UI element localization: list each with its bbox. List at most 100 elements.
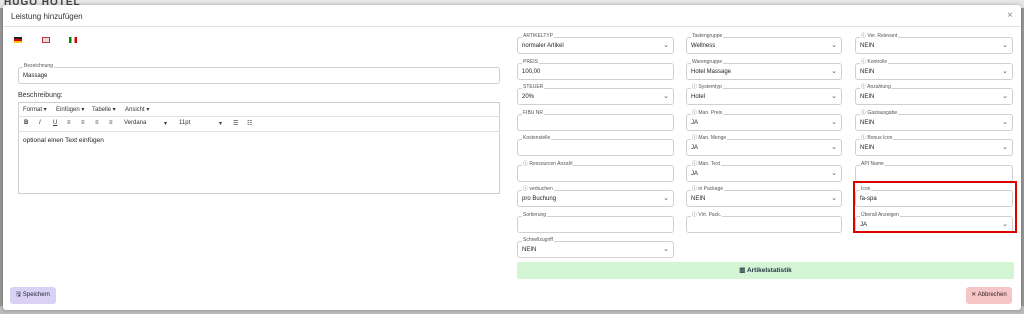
field-value: Hotel (691, 94, 706, 100)
chevron-down-icon[interactable]: ⌄ (831, 194, 837, 202)
field-label: ⓘ Man. Menge (691, 135, 728, 142)
cancel-button[interactable]: ✕ Abbrechen (966, 287, 1012, 304)
font-family-select[interactable]: Verdana (124, 120, 146, 126)
col1-field-4[interactable]: Kostenstelle (517, 135, 674, 156)
editor-content[interactable]: optional einen Text einfügen (23, 137, 104, 144)
field-label: ⓘ Ver. Relevant (860, 33, 899, 40)
bezeichnung-field[interactable]: Bezeichnung Massage (18, 63, 500, 84)
field-label: ⓘ Bonus Icon (860, 135, 894, 142)
save-button[interactable]: 🖫 Speichern (10, 287, 56, 304)
chevron-down-icon[interactable]: ⌄ (831, 92, 837, 100)
field-label: Tastengruppe (691, 33, 724, 40)
col3-field-2[interactable]: ⓘ Anzahlung NEIN ⌄ (855, 84, 1013, 105)
chevron-down-icon[interactable]: ▾ (164, 120, 167, 127)
bezeichnung-label: Bezeichnung (23, 63, 54, 70)
col1-field-3[interactable]: FIBU NR (517, 109, 674, 131)
field-label: PREIS (522, 58, 540, 66)
italic-button[interactable]: I (39, 120, 41, 126)
field-value: NEIN (522, 247, 537, 253)
col3-field-3[interactable]: ⓘ Gastausgabe NEIN ⌄ (855, 109, 1013, 131)
field-label: ⓘ Man. Preis (691, 109, 724, 117)
align-justify-icon[interactable]: ≡ (109, 120, 113, 126)
menu-ansicht[interactable]: Ansicht ▾ (125, 106, 149, 113)
field-value: NEIN (860, 43, 875, 49)
field-label: ⓘ Virt. Pack. (691, 211, 723, 219)
field-label: Sortierung (522, 211, 548, 219)
col2-field-5[interactable]: ⓘ Man. Text JA ⌄ (686, 160, 842, 182)
chevron-down-icon[interactable]: ⌄ (1002, 92, 1008, 100)
col2-field-3[interactable]: ⓘ Man. Preis JA ⌄ (686, 109, 842, 131)
modal-header: Leistung hinzufügen × (3, 5, 1021, 27)
field-label: ⓘ in Package (691, 186, 725, 193)
field-label: ⓘ Gastausgabe (860, 109, 899, 117)
col1-field-1[interactable]: PREIS 100,00 (517, 58, 674, 80)
field-label: Schnellzugriff (522, 237, 554, 244)
col1-field-7[interactable]: Sortierung (517, 211, 674, 233)
col2-field-7[interactable]: ⓘ Virt. Pack. (686, 211, 842, 233)
col3-field-1[interactable]: ⓘ Kontrolle NEIN ⌄ (855, 58, 1013, 80)
beschreibung-label: Beschreibung: (18, 92, 63, 99)
align-right-icon[interactable]: ≡ (95, 120, 99, 126)
bullet-list-icon[interactable]: ☰ (233, 120, 238, 127)
chevron-down-icon[interactable]: ⌄ (663, 194, 669, 202)
col2-field-2[interactable]: ⓘ Systemtyp Hotel ⌄ (686, 84, 842, 105)
col2-field-4[interactable]: ⓘ Man. Menge JA ⌄ (686, 135, 842, 156)
col1-field-2[interactable]: STEUER 20% ⌄ (517, 84, 674, 105)
field-label: FIBU NR (522, 109, 544, 117)
col1-field-6[interactable]: ⓘ verbuchen pro Buchung ⌄ (517, 186, 674, 207)
rich-text-editor[interactable]: Format ▾ Einfügen ▾ Tabelle ▾ Ansicht ▾ … (18, 102, 500, 194)
menu-tabelle[interactable]: Tabelle ▾ (92, 106, 116, 113)
field-value: NEIN (860, 94, 875, 100)
col3-field-5[interactable]: API Name (855, 160, 1013, 182)
col1-field-8[interactable]: Schnellzugriff NEIN ⌄ (517, 237, 674, 258)
field-value: pro Buchung (522, 196, 557, 202)
field-label: ⓘ Man. Text (691, 160, 721, 168)
chevron-down-icon[interactable]: ▾ (219, 120, 222, 127)
col3-field-4[interactable]: ⓘ Bonus Icon NEIN ⌄ (855, 135, 1013, 156)
underline-button[interactable]: U (53, 120, 57, 126)
align-left-icon[interactable]: ≡ (67, 120, 71, 126)
field-label: ARTIKELTYP (522, 33, 555, 40)
menu-format[interactable]: Format ▾ (23, 106, 47, 113)
artikelstatistik-button[interactable]: ▥ Artikelstatistik (517, 262, 1014, 279)
col2-field-1[interactable]: Warengruppe Hotel Massage ⌄ (686, 58, 842, 80)
field-value: Hotel Massage (691, 68, 732, 75)
chevron-down-icon[interactable]: ⌄ (663, 92, 669, 100)
chevron-down-icon[interactable]: ⌄ (663, 41, 669, 49)
editor-menubar: Format ▾ Einfügen ▾ Tabelle ▾ Ansicht ▾ (19, 103, 499, 117)
chevron-down-icon[interactable]: ⌄ (1002, 41, 1008, 49)
chevron-down-icon[interactable]: ⌄ (663, 245, 669, 253)
field-value: 100,00 (522, 68, 541, 75)
col1-field-0[interactable]: ARTIKELTYP normaler Artikel ⌄ (517, 33, 674, 54)
flag-gb-icon[interactable] (42, 37, 50, 43)
chevron-down-icon[interactable]: ⌄ (1002, 143, 1008, 151)
chevron-down-icon[interactable]: ⌄ (831, 41, 837, 49)
flag-it-icon[interactable] (69, 37, 77, 43)
chevron-down-icon[interactable]: ⌄ (831, 169, 837, 177)
numbered-list-icon[interactable]: ☷ (247, 120, 252, 127)
flag-de-icon[interactable] (14, 37, 22, 43)
bold-button[interactable]: B (24, 120, 28, 126)
menu-einfuegen[interactable]: Einfügen ▾ (56, 106, 84, 113)
field-value: normaler Artikel (522, 43, 564, 49)
col2-field-0[interactable]: Tastengruppe Wellness ⌄ (686, 33, 842, 54)
chevron-down-icon[interactable]: ⌄ (1002, 118, 1008, 126)
field-label: ⓘ Ressourcen Anzahl (522, 160, 574, 168)
col2-field-6[interactable]: ⓘ in Package NEIN ⌄ (686, 186, 842, 207)
align-center-icon[interactable]: ≡ (81, 120, 85, 126)
field-value: NEIN (860, 68, 875, 75)
field-value: 20% (522, 94, 535, 100)
font-size-select[interactable]: 11pt (179, 120, 190, 126)
field-label: ⓘ Kontrolle (860, 58, 889, 66)
field-value: JA (691, 170, 699, 177)
col3-field-0[interactable]: ⓘ Ver. Relevant NEIN ⌄ (855, 33, 1013, 54)
field-value: JA (691, 119, 699, 126)
field-value: Wellness (691, 43, 716, 49)
chevron-down-icon[interactable]: ⌄ (831, 143, 837, 151)
field-label: ⓘ Anzahlung (860, 84, 892, 91)
close-icon[interactable]: × (1007, 10, 1013, 21)
chevron-down-icon[interactable]: ⌄ (1002, 67, 1008, 75)
chevron-down-icon[interactable]: ⌄ (831, 67, 837, 75)
col1-field-5[interactable]: ⓘ Ressourcen Anzahl (517, 160, 674, 182)
chevron-down-icon[interactable]: ⌄ (831, 118, 837, 126)
